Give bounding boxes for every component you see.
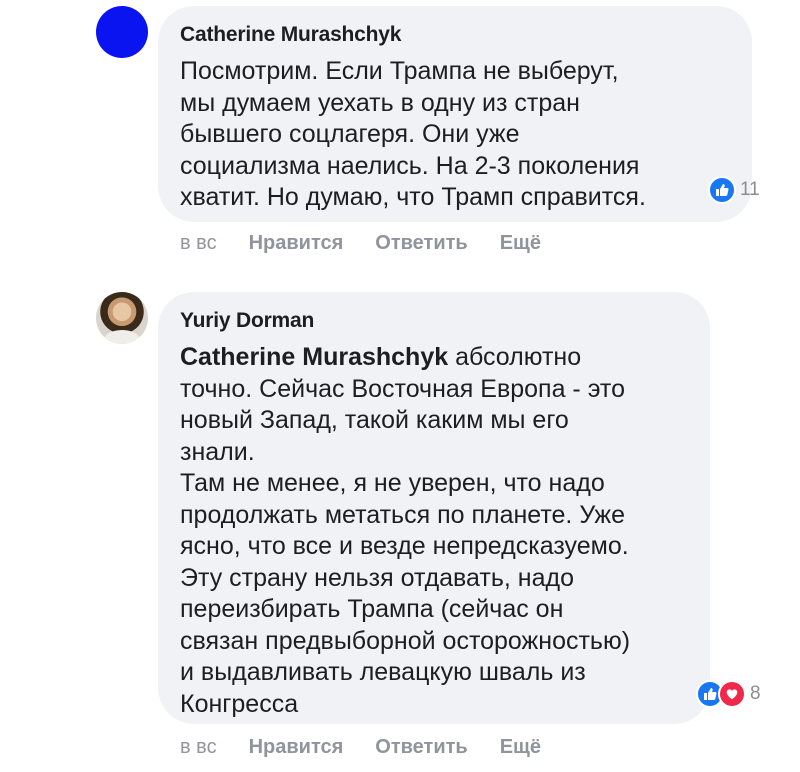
- like-button[interactable]: Нравится: [249, 232, 344, 255]
- reply-button[interactable]: Ответить: [375, 736, 467, 759]
- comment-author[interactable]: Yuriy Dorman: [180, 308, 686, 334]
- comment-text: Catherine Murashchyk абсолютно точно. Се…: [180, 342, 686, 720]
- like-button[interactable]: Нравится: [249, 736, 344, 759]
- comment-timestamp[interactable]: в вс: [180, 736, 217, 759]
- more-button[interactable]: Ещё: [500, 232, 541, 255]
- reaction-count: 11: [740, 179, 760, 200]
- reactions-summary[interactable]: 8: [696, 680, 761, 708]
- more-button[interactable]: Ещё: [500, 736, 541, 759]
- comment-author[interactable]: Catherine Murashchyk: [180, 22, 728, 48]
- comment-bubble: Yuriy Dorman Catherine Murashchyk абсолю…: [158, 292, 710, 724]
- comment-bubble: Catherine Murashchyk Посмотрим. Если Тра…: [158, 6, 752, 222]
- reactions-summary[interactable]: 11: [708, 176, 760, 204]
- comment-body: абсолютно точно. Сейчас Восточная Европа…: [180, 343, 631, 718]
- comment-actions: в вс Нравится Ответить Ещё: [180, 736, 541, 759]
- mention-link[interactable]: Catherine Murashchyk: [180, 343, 448, 371]
- reaction-count: 8: [750, 683, 761, 704]
- like-icon: [708, 176, 736, 204]
- comment-text: Посмотрим. Если Трампа не выберут, мы ду…: [180, 57, 646, 211]
- reply-button[interactable]: Ответить: [375, 232, 467, 255]
- avatar[interactable]: [96, 6, 148, 58]
- comment-actions: в вс Нравится Ответить Ещё: [180, 232, 541, 255]
- avatar[interactable]: [96, 292, 148, 344]
- love-icon: [718, 680, 746, 708]
- comment-timestamp[interactable]: в вс: [180, 232, 217, 255]
